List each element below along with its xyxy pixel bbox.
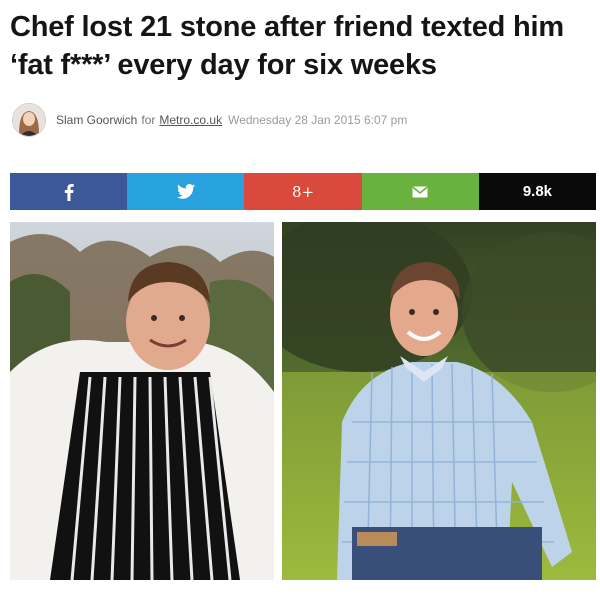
source-link[interactable]: Metro.co.uk [159, 113, 222, 127]
share-bar: 8+ 9.8k [10, 173, 597, 210]
before-photo [10, 222, 274, 580]
author-avatar [12, 103, 46, 137]
byline-for: for [141, 113, 156, 127]
article-headline: Chef lost 21 stone after friend texted h… [10, 11, 564, 81]
before-after-photos [10, 222, 596, 580]
share-count: 9.8k [478, 173, 597, 210]
email-share-button[interactable] [361, 173, 479, 210]
publish-date: Wednesday 28 Jan 2015 6:07 pm [228, 113, 408, 127]
author-name[interactable]: Slam Goorwich [56, 113, 137, 127]
googleplus-icon: 8+ [291, 182, 315, 201]
after-photo [282, 222, 596, 580]
googleplus-share-button[interactable]: 8+ [244, 173, 362, 210]
facebook-icon [64, 183, 74, 201]
twitter-share-button[interactable] [127, 173, 245, 210]
email-icon [412, 186, 428, 197]
twitter-icon [176, 184, 195, 199]
facebook-share-button[interactable] [10, 173, 128, 210]
byline: Slam Goorwich for Metro.co.uk Wednesday … [12, 103, 407, 137]
